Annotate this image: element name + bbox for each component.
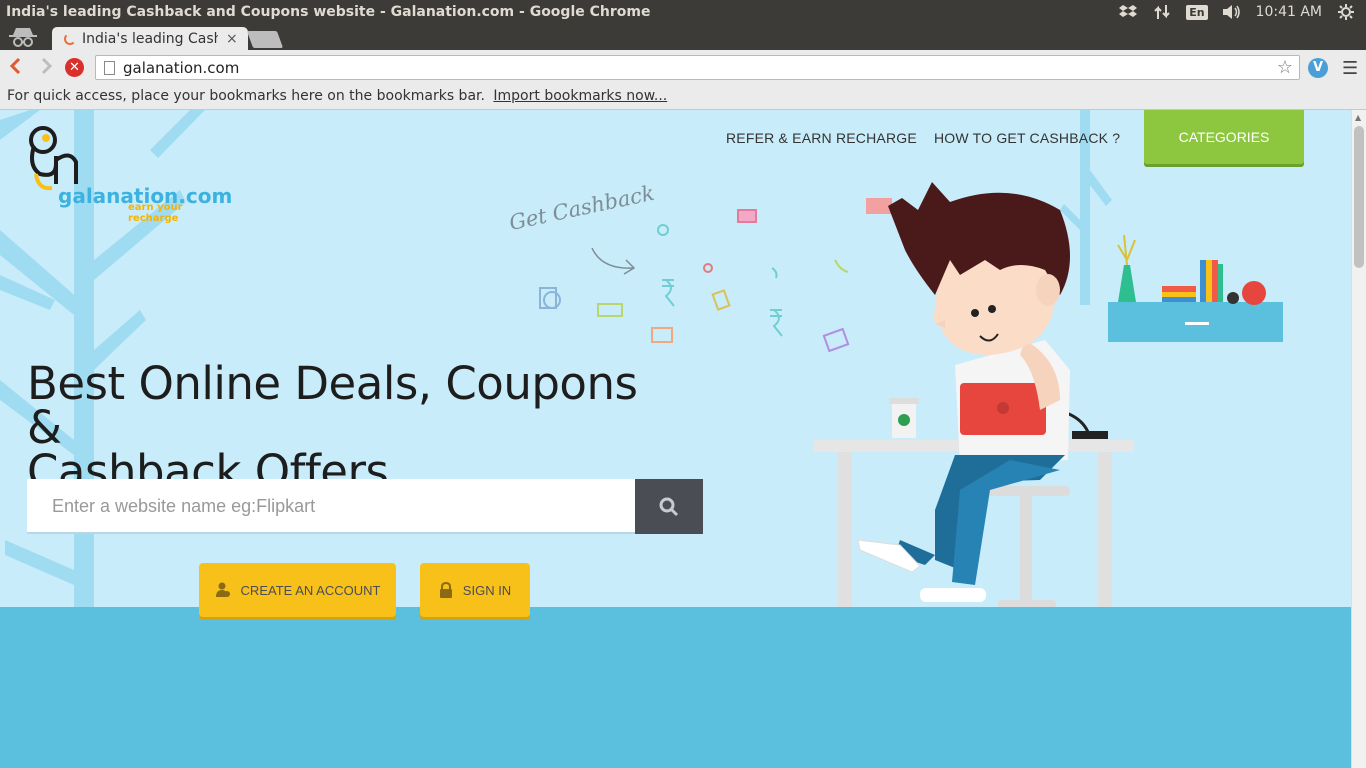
keyboard-language-indicator[interactable]: En [1186,4,1208,20]
hero-title-line-1: Best Online Deals, Coupons & [27,357,638,454]
hero-title: Best Online Deals, Coupons & Cashback Of… [27,361,667,494]
create-account-button[interactable]: CREATE AN ACCOUNT [199,563,396,617]
volume-icon[interactable] [1222,3,1242,21]
star-icon[interactable]: ☆ [1277,57,1299,78]
close-icon[interactable]: × [226,31,238,47]
nav-how-to-get-cashback[interactable]: HOW TO GET CASHBACK ? [934,130,1120,146]
tab-title: India's leading Cashb [82,30,218,47]
tab-galanation[interactable]: India's leading Cashb × [52,27,248,50]
bookmarks-bar: For quick access, place your bookmarks h… [0,85,1366,110]
logo-tagline: earn your recharge [128,202,183,224]
search-box [27,479,703,534]
page-icon [104,60,115,75]
page-scrollbar[interactable]: ▲ [1351,110,1366,768]
scroll-up-arrow-icon[interactable]: ▲ [1355,113,1361,122]
create-account-label: CREATE AN ACCOUNT [240,582,381,598]
gear-icon[interactable] [1336,3,1356,21]
scrollbar-thumb[interactable] [1354,126,1364,268]
address-bar[interactable]: galanation.com ☆ [95,55,1300,80]
extension-icon[interactable]: V [1308,58,1328,78]
system-tray: En 10:41 AM [1118,3,1366,21]
floor [0,607,1351,768]
back-icon[interactable] [8,57,22,78]
import-bookmarks-link[interactable]: Import bookmarks now... [493,88,667,104]
url-text[interactable]: galanation.com [123,59,1277,77]
network-icon[interactable] [1152,3,1172,21]
search-input[interactable] [27,479,635,534]
new-tab-button[interactable] [246,31,284,48]
categories-button[interactable]: CATEGORIES [1144,110,1304,164]
loading-spinner-icon [64,32,76,45]
site-logo[interactable]: galanation.com earn your recharge [26,126,232,224]
nav-refer-earn[interactable]: REFER & EARN RECHARGE [726,130,917,146]
search-button[interactable] [635,479,703,534]
sign-in-label: SIGN IN [462,582,512,598]
bookmarks-prompt: For quick access, place your bookmarks h… [7,88,485,104]
tab-strip: India's leading Cashb × [0,24,1366,50]
forward-icon[interactable] [40,57,54,78]
stop-icon[interactable]: ✕ [65,58,84,77]
menu-icon[interactable]: ☰ [1342,58,1358,79]
search-icon [659,497,679,516]
web-page: galanation.com earn your recharge REFER … [0,110,1351,768]
incognito-icon [6,26,40,48]
clock[interactable]: 10:41 AM [1256,4,1322,20]
dropbox-icon[interactable] [1118,3,1138,21]
lock-icon [439,582,452,598]
browser-toolbar: ✕ galanation.com ☆ V ☰ [0,50,1366,85]
window-title: India's leading Cashback and Coupons web… [6,4,651,20]
os-top-bar: India's leading Cashback and Coupons web… [0,0,1366,24]
sign-in-button[interactable]: SIGN IN [420,563,530,617]
user-add-icon [215,582,230,597]
